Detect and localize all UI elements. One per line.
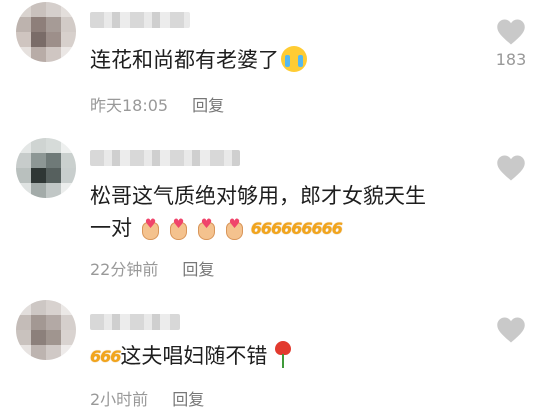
comment-time: 2小时前 xyxy=(90,390,149,409)
heart-icon[interactable] xyxy=(496,316,526,344)
reply-button[interactable]: 回复 xyxy=(192,92,224,116)
heart-icon[interactable] xyxy=(496,18,526,46)
heart-icon[interactable] xyxy=(496,154,526,182)
comment-text-content: 连花和尚都有老婆了 xyxy=(90,48,279,72)
like-button[interactable]: 183 xyxy=(491,18,531,69)
comment-item: 666这夫唱妇随不错 2小时前 回复 xyxy=(0,290,547,410)
comment-text-line: 松哥这气质绝对够用，郎才女貌天生 xyxy=(90,184,426,208)
comment-time: 22分钟前 xyxy=(90,260,159,279)
avatar[interactable] xyxy=(16,2,76,62)
comment-text-line: 一对 666666666 xyxy=(90,209,470,245)
reply-button[interactable]: 回复 xyxy=(182,256,214,280)
username-blurred[interactable] xyxy=(90,150,240,166)
comment-text: 松哥这气质绝对够用，郎才女貌天生 一对 666666666 xyxy=(90,180,470,245)
like-button[interactable] xyxy=(491,154,531,182)
comment-time: 昨天18:05 xyxy=(90,96,169,115)
comment-text: 连花和尚都有老婆了 xyxy=(90,44,470,76)
finger-heart-icon xyxy=(223,209,245,241)
finger-heart-icon xyxy=(195,209,217,241)
finger-heart-icon xyxy=(167,209,189,241)
comment-meta: 昨天18:05 回复 xyxy=(90,92,224,116)
reply-button[interactable]: 回复 xyxy=(172,386,204,410)
username-blurred[interactable] xyxy=(90,314,180,330)
like-count: 183 xyxy=(495,50,527,69)
comment-text-content: 这夫唱妇随不错 xyxy=(120,344,268,368)
rose-icon xyxy=(273,341,293,369)
username-blurred[interactable] xyxy=(90,12,190,28)
comment-text: 666这夫唱妇随不错 xyxy=(90,340,470,373)
comment-item: 连花和尚都有老婆了 昨天18:05 回复 183 xyxy=(0,0,547,128)
sixes-emoji: 666666666 xyxy=(250,219,343,238)
comment-text-content: 一对 xyxy=(90,216,132,240)
comment-meta: 22分钟前 回复 xyxy=(90,256,214,280)
like-button[interactable] xyxy=(491,316,531,344)
sixes-emoji: 666 xyxy=(90,347,121,366)
avatar[interactable] xyxy=(16,300,76,360)
crying-face-icon xyxy=(281,46,307,72)
avatar[interactable] xyxy=(16,138,76,198)
comment-meta: 2小时前 回复 xyxy=(90,386,204,410)
comment-item: 松哥这气质绝对够用，郎才女貌天生 一对 666666666 22分钟前 回复 xyxy=(0,128,547,290)
finger-heart-icon xyxy=(139,209,161,241)
